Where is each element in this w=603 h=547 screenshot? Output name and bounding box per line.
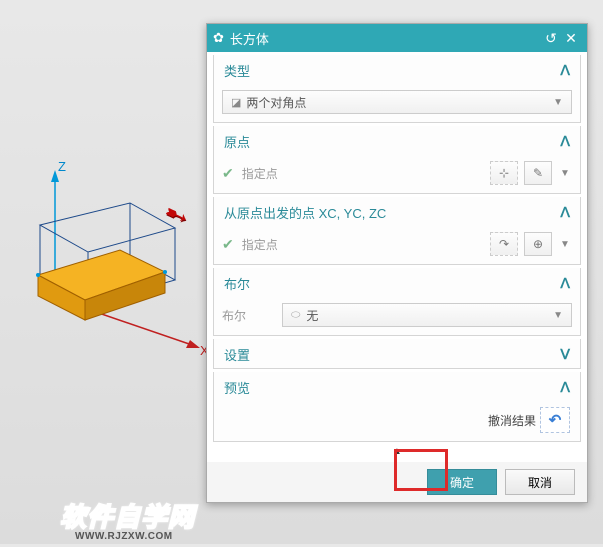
- section-header-origin[interactable]: 原点 ᐱ: [214, 126, 580, 155]
- chevron-up-icon: ᐱ: [560, 133, 570, 150]
- origin-row: ✔ 指定点 ⊹ ✎ ▼: [222, 161, 572, 185]
- section-preview: 预览 ᐱ 撤消结果 ↶: [213, 372, 581, 442]
- undo-result-label: 撤消结果: [488, 412, 536, 429]
- from-origin-spec-label: 指定点: [242, 236, 484, 253]
- check-icon: ✔: [222, 236, 234, 253]
- close-icon[interactable]: ✕: [561, 30, 581, 47]
- axis-label-z: Z: [58, 159, 66, 174]
- titlebar[interactable]: ✿ 长方体 ↺ ✕: [207, 24, 587, 52]
- section-title-preview: 预览: [224, 378, 560, 397]
- point-dialog-button[interactable]: ⊹: [490, 161, 518, 185]
- section-boolean: 布尔 ᐱ 布尔 ⬭ 无 ▼: [213, 268, 581, 336]
- ok-button[interactable]: 确定: [427, 469, 497, 495]
- dialog-button-row: 确定 取消: [207, 462, 587, 502]
- section-header-from-origin[interactable]: 从原点出发的点 XC, YC, ZC ᐱ: [214, 197, 580, 226]
- picker-icon: ✎: [533, 166, 543, 180]
- watermark-url: WWW.RJZXW.COM: [75, 531, 173, 542]
- triangle-up-icon: ▲: [392, 446, 402, 457]
- check-icon: ✔: [222, 165, 234, 182]
- preview-row: 撤消结果 ↶: [222, 407, 572, 433]
- section-settings: 设置 ᐯ: [213, 339, 581, 369]
- diagonal-icon: ◪: [231, 96, 241, 109]
- dropdown-arrow-button[interactable]: ▼: [558, 161, 572, 185]
- point-dialog-button[interactable]: ↷: [490, 232, 518, 256]
- boolean-row: 布尔 ⬭ 无 ▼: [222, 303, 572, 327]
- section-header-boolean[interactable]: 布尔 ᐱ: [214, 268, 580, 297]
- section-title-type: 类型: [224, 61, 560, 80]
- chevron-up-icon: ᐱ: [560, 379, 570, 396]
- chevron-down-icon: ▼: [553, 97, 563, 108]
- chevron-down-icon: ▼: [560, 239, 570, 250]
- from-origin-row: ✔ 指定点 ↷ ⊕ ▼: [222, 232, 572, 256]
- section-origin: 原点 ᐱ ✔ 指定点 ⊹ ✎ ▼: [213, 126, 581, 194]
- undo-result-button[interactable]: ↶: [540, 407, 570, 433]
- chevron-up-icon: ᐱ: [560, 204, 570, 221]
- section-title-from-origin: 从原点出发的点 XC, YC, ZC: [224, 203, 560, 222]
- boolean-dropdown-value: 无: [306, 307, 318, 324]
- dropdown-arrow-button[interactable]: ▼: [558, 232, 572, 256]
- collapse-all-button[interactable]: ▲: [213, 444, 581, 458]
- section-header-settings[interactable]: 设置 ᐯ: [214, 339, 580, 368]
- watermark-text: 软件自学网: [60, 497, 195, 534]
- chevron-up-icon: ᐱ: [560, 62, 570, 79]
- reset-icon[interactable]: ↺: [541, 30, 561, 47]
- chevron-down-icon: ▼: [553, 310, 563, 321]
- type-dropdown-value: 两个对角点: [246, 94, 306, 111]
- point-constructor-button[interactable]: ⊕: [524, 232, 552, 256]
- boolean-label: 布尔: [222, 307, 272, 324]
- section-title-origin: 原点: [224, 132, 560, 151]
- gear-icon: ✿: [213, 30, 224, 46]
- section-type: 类型 ᐱ ◪ 两个对角点 ▼: [213, 55, 581, 123]
- section-from-origin: 从原点出发的点 XC, YC, ZC ᐱ ✔ 指定点 ↷ ⊕ ▼: [213, 197, 581, 265]
- section-header-type[interactable]: 类型 ᐱ: [214, 55, 580, 84]
- type-dropdown[interactable]: ◪ 两个对角点 ▼: [222, 90, 572, 114]
- crosshair-icon: ⊕: [533, 237, 543, 251]
- section-title-boolean: 布尔: [224, 274, 560, 293]
- dialog-block: ✿ 长方体 ↺ ✕ 类型 ᐱ ◪ 两个对角点 ▼ 原点 ᐱ ✔ 指定点 ⊹: [206, 23, 588, 503]
- cancel-button-label: 取消: [528, 474, 552, 491]
- inferred-point-icon: ⊹: [499, 166, 509, 180]
- section-title-settings: 设置: [224, 345, 560, 364]
- cancel-button[interactable]: 取消: [505, 469, 575, 495]
- origin-spec-label: 指定点: [242, 165, 484, 182]
- undo-icon: ↶: [549, 411, 562, 429]
- arc-point-icon: ↷: [499, 237, 509, 251]
- point-constructor-button[interactable]: ✎: [524, 161, 552, 185]
- boolean-dropdown[interactable]: ⬭ 无 ▼: [282, 303, 572, 327]
- chevron-up-icon: ᐱ: [560, 275, 570, 292]
- section-header-preview[interactable]: 预览 ᐱ: [214, 372, 580, 401]
- ok-button-label: 确定: [450, 474, 474, 491]
- chevron-down-icon: ᐯ: [560, 346, 570, 363]
- dialog-title: 长方体: [230, 29, 541, 48]
- chevron-down-icon: ▼: [560, 168, 570, 179]
- none-icon: ⬭: [291, 309, 300, 322]
